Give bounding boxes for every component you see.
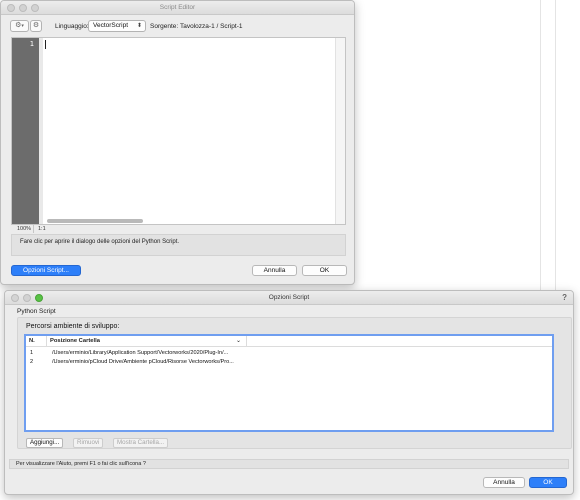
line-number-gutter: 1 <box>12 38 39 224</box>
language-label: Linguaggio: <box>55 23 89 30</box>
double-chevron-icon: ⬍ <box>136 23 142 29</box>
row-number: 1 <box>30 350 34 356</box>
cursor-position: 1:1 <box>38 226 46 232</box>
zoom-level[interactable]: 100% <box>17 226 31 232</box>
table-row[interactable]: 1 /Users/erminio/Library/Application Sup… <box>26 349 552 358</box>
ok-button[interactable]: OK <box>302 265 347 276</box>
chevron-down-icon: ▾ <box>21 23 24 29</box>
table-row[interactable]: 2 /Users/erminio/pCloud Drive/Ambiente p… <box>26 358 552 367</box>
background-guide-line <box>555 0 556 290</box>
background-guide-line <box>540 0 541 290</box>
remove-button[interactable]: Rimuovi <box>73 438 104 448</box>
ok-button[interactable]: OK <box>529 477 567 488</box>
row-path: /Users/erminio/pCloud Drive/Ambiente pCl… <box>52 359 234 365</box>
titlebar[interactable]: Opzioni Script ? <box>5 291 573 305</box>
line-number: 1 <box>29 40 34 48</box>
script-options-window: Opzioni Script ? Python Script Percorsi … <box>4 290 574 495</box>
cancel-button[interactable]: Annulla <box>483 477 525 488</box>
language-select[interactable]: VectorScript ⬍ <box>88 20 146 32</box>
editor-status-bar: 100% 1:1 <box>11 225 346 233</box>
group-heading: Percorsi ambiente di sviluppo: <box>26 323 120 330</box>
column-header-number[interactable]: N. <box>29 338 35 344</box>
window-title: Script Editor <box>159 4 196 11</box>
divider <box>33 225 34 233</box>
source-value: Tavolozza-1 / Script-1 <box>180 23 243 30</box>
dev-paths-group: Percorsi ambiente di sviluppo: N. Posizi… <box>17 317 572 449</box>
add-button[interactable]: Aggiungi... <box>26 438 64 448</box>
gear-menu-button[interactable]: ⚙▾ <box>10 20 29 32</box>
show-folder-button[interactable]: Mostra Cartella... <box>113 438 169 448</box>
table-header: N. Posizione Cartella ⌄ <box>26 336 552 347</box>
help-text-area: Fare clic per aprire il dialogo delle op… <box>11 234 346 256</box>
language-value: VectorScript <box>93 22 129 29</box>
column-divider <box>46 336 47 347</box>
gutter-divider <box>39 38 43 224</box>
help-text: Per visualizzare l'Aiuto, premi F1 o fai… <box>16 461 146 467</box>
window-title: Opzioni Script <box>268 294 310 301</box>
help-icon[interactable]: ? <box>562 293 567 302</box>
row-path: /Users/erminio/Library/Application Suppo… <box>52 350 229 356</box>
text-cursor <box>45 40 46 49</box>
column-header-folder[interactable]: Posizione Cartella <box>50 338 100 344</box>
help-text: Fare clic per aprire il dialogo delle op… <box>20 239 180 245</box>
script-editor-window: Script Editor ⚙▾ ⚙ Linguaggio: VectorScr… <box>0 0 355 285</box>
gear-icon: ⚙ <box>32 22 40 29</box>
settings-button[interactable]: ⚙ <box>30 20 42 32</box>
titlebar[interactable]: Script Editor <box>1 1 354 15</box>
horizontal-scrollbar[interactable] <box>47 219 143 223</box>
code-editor[interactable]: 1 <box>11 37 346 225</box>
script-options-button[interactable]: Opzioni Script... <box>11 265 81 276</box>
paths-table[interactable]: N. Posizione Cartella ⌄ 1 /Users/erminio… <box>24 334 554 432</box>
section-title: Python Script <box>17 308 56 315</box>
source-label: Sorgente: <box>150 23 179 30</box>
editor-toolbar: ⚙▾ ⚙ Linguaggio: VectorScript ⬍ Sorgente… <box>1 19 354 35</box>
row-number: 2 <box>30 359 34 365</box>
chevron-down-icon[interactable]: ⌄ <box>236 338 241 344</box>
column-divider <box>246 336 247 347</box>
cancel-button[interactable]: Annulla <box>252 265 297 276</box>
help-text-area: Per visualizzare l'Aiuto, premi F1 o fai… <box>9 459 569 469</box>
vertical-scrollbar[interactable] <box>335 38 345 224</box>
